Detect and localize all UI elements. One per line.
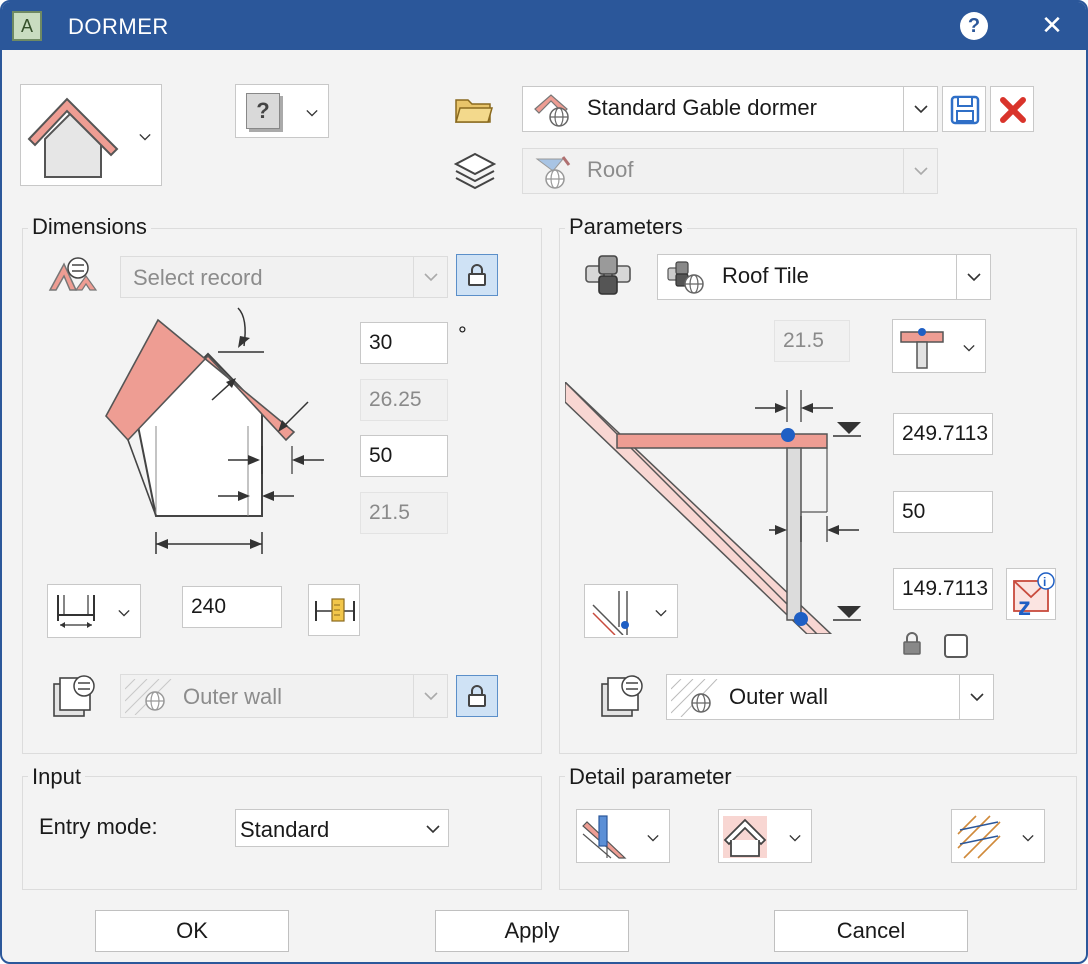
roof-record-icon[interactable] [46, 256, 98, 294]
param-wall-material-name: Outer wall [729, 684, 829, 709]
wall-attribute-icon[interactable] [598, 674, 646, 718]
dim-wall-material-name: Outer wall [183, 684, 283, 709]
chevron-down-icon[interactable] [413, 675, 447, 717]
entry-mode-select[interactable]: Standard [235, 809, 449, 847]
hatch-pattern-icon [957, 815, 1001, 859]
height-info-button[interactable]: z i [1006, 568, 1056, 620]
width-input[interactable]: 240 [182, 586, 282, 628]
reference-point-dropdown[interactable] [892, 319, 986, 373]
svg-text:z: z [1018, 591, 1031, 619]
roof-tile-icon[interactable] [584, 254, 632, 296]
top-height-input[interactable]: 249.7113 [893, 413, 993, 455]
derived-value-1: 26.25 [360, 379, 448, 421]
measure-icon [315, 598, 355, 622]
entry-mode-value: Standard [240, 817, 330, 842]
input-label: Input [28, 764, 85, 790]
house-detail-icon [723, 816, 767, 858]
roof-material-name: Roof Tile [722, 263, 809, 288]
width-type-dropdown[interactable] [47, 584, 141, 638]
lock-icon [903, 632, 921, 655]
window-title: DORMER [68, 14, 169, 39]
dormer-dimension-diagram [105, 307, 324, 554]
dimensions-label: Dimensions [28, 214, 151, 240]
parameters-label: Parameters [565, 214, 687, 240]
ok-button[interactable]: OK [95, 910, 289, 952]
help-dropdown[interactable]: ? [235, 84, 329, 138]
angle-unit: ° [458, 322, 467, 347]
chevron-down-icon[interactable] [903, 149, 937, 193]
detail-label: Detail parameter [565, 764, 736, 790]
dormer-dialog: A DORMER ? ✕ ? Standard Gable dormer Roo… [0, 0, 1088, 964]
eave-detail-icon [582, 815, 627, 859]
connection-type-dropdown[interactable] [584, 584, 678, 638]
roof-material-select[interactable]: Roof Tile [657, 254, 991, 300]
lock-height-checkbox[interactable] [944, 634, 968, 658]
record-select[interactable]: Select record [120, 256, 448, 298]
chevron-down-icon[interactable] [903, 87, 937, 131]
folder-icon[interactable] [454, 96, 494, 124]
gable-detail-dropdown[interactable] [718, 809, 812, 863]
app-icon: A [12, 11, 42, 41]
offset-input[interactable]: 50 [360, 435, 448, 477]
favorite-select[interactable]: Standard Gable dormer [522, 86, 938, 132]
chevron-down-icon[interactable] [956, 255, 990, 299]
layers-icon[interactable] [454, 150, 496, 192]
title-bar: A DORMER ? ✕ [2, 2, 1086, 50]
param-wall-material-select[interactable]: Outer wall [666, 674, 994, 720]
wall-attribute-icon[interactable] [50, 674, 98, 718]
gable-dormer-icon [27, 97, 119, 178]
delete-icon [1000, 97, 1026, 123]
lock-icon [468, 685, 486, 707]
lock-icon [468, 264, 486, 286]
close-icon[interactable]: ✕ [1038, 10, 1066, 40]
tile-globe-icon [667, 261, 704, 294]
parameter-readonly-value: 21.5 [774, 320, 850, 362]
t-section-icon [900, 328, 944, 369]
derived-value-2: 21.5 [360, 492, 448, 534]
layer-globe-icon [535, 156, 571, 189]
chevron-down-icon[interactable] [959, 675, 993, 719]
wall-joint-icon [592, 591, 629, 635]
wall-width-icon [57, 595, 95, 628]
app-icon-letter: A [20, 15, 33, 36]
wall-lock-button[interactable] [456, 675, 498, 717]
favorite-name: Standard Gable dormer [587, 95, 817, 120]
svg-text:i: i [1043, 575, 1046, 589]
apply-button[interactable]: Apply [435, 910, 629, 952]
layer-select[interactable]: Roof [522, 148, 938, 194]
measure-button[interactable] [308, 584, 360, 636]
hatch-detail-dropdown[interactable] [951, 809, 1045, 863]
question-icon: ? [246, 93, 280, 129]
cancel-button[interactable]: Cancel [774, 910, 968, 952]
dormer-globe-icon [534, 94, 569, 127]
thickness-input[interactable]: 50 [893, 491, 993, 533]
save-button[interactable] [942, 86, 986, 132]
bottom-height-input[interactable]: 149.7113 [893, 568, 993, 610]
help-icon[interactable]: ? [960, 12, 988, 40]
entry-mode-label: Entry mode: [39, 814, 158, 839]
dim-wall-material-select[interactable]: Outer wall [120, 674, 448, 718]
chevron-down-icon[interactable] [413, 257, 447, 297]
dormer-type-button[interactable] [20, 84, 162, 186]
layer-name: Roof [587, 157, 634, 182]
angle-input[interactable]: 30 [360, 322, 448, 364]
save-icon [950, 95, 980, 125]
chevron-down-icon [426, 825, 440, 834]
eave-detail-dropdown[interactable] [576, 809, 670, 863]
z-info-icon: z i [1013, 572, 1055, 619]
record-placeholder: Select record [133, 265, 263, 290]
record-lock-button[interactable] [456, 254, 498, 296]
hatch-globe-icon [671, 679, 718, 717]
hatch-globe-icon [125, 679, 172, 715]
delete-button[interactable] [990, 86, 1034, 132]
